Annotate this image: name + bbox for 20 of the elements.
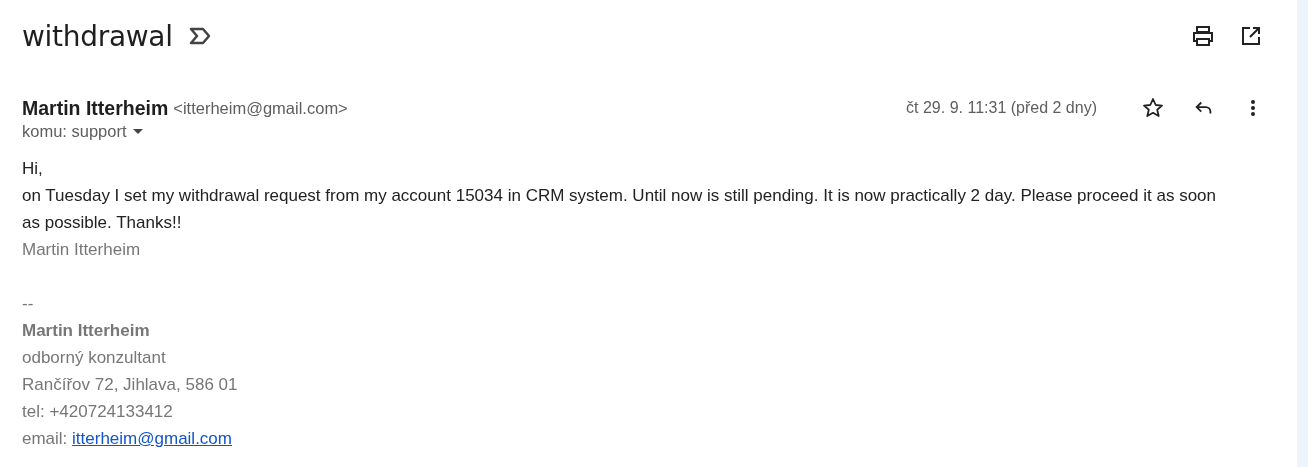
star-icon[interactable]	[1141, 96, 1165, 120]
signature-separator: --	[22, 293, 35, 315]
message-date: čt 29. 9. 11:31 (před 2 dny)	[906, 99, 1097, 117]
email-link[interactable]: itterheim@gmail.com	[72, 429, 232, 448]
sender-email: <itterheim@gmail.com>	[173, 98, 348, 118]
dropdown-icon[interactable]	[132, 128, 143, 135]
signature-line: Rančířov 72, Jihlava, 586 01	[22, 374, 239, 396]
signature-line: tel: +420724133412	[22, 401, 174, 423]
sender-name: Martin Itterheim	[22, 96, 169, 120]
email-subject: withdrawal	[22, 19, 173, 53]
signature-line: odborný konzultant	[22, 347, 167, 369]
signature-email: email: itterheim@gmail.com	[22, 428, 233, 450]
label-icon[interactable]	[188, 27, 211, 45]
signature-name: Martin Itterheim	[22, 239, 142, 261]
open-in-new-window-icon[interactable]	[1239, 24, 1263, 48]
recipient: komu: support	[22, 122, 127, 141]
message-text: Hi,	[22, 158, 44, 180]
message-text: on Tuesday I set my withdrawal request from my account 15034 in CRM system. Until now is still pending. It is now practically 2 day. Please proceed it as soon as possible. Thanks!!	[22, 185, 1217, 234]
signature-name: Martin Itterheim	[22, 320, 151, 342]
print-icon[interactable]	[1191, 24, 1215, 48]
